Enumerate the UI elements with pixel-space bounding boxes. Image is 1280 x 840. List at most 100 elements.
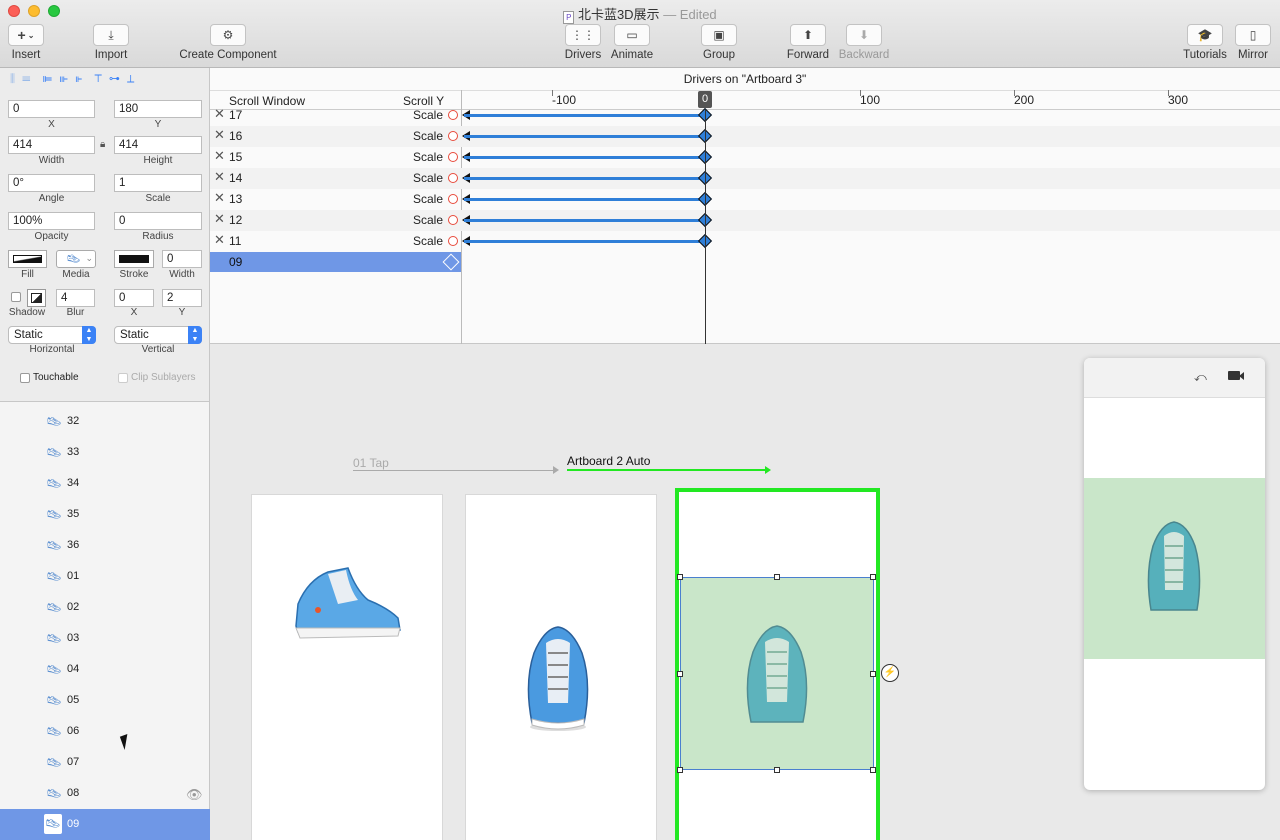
layer-item[interactable]: 👟︎ 07 [0, 747, 210, 778]
add-interaction-icon[interactable]: ⚡ [881, 664, 899, 682]
driver-row[interactable]: ✕ 17 Scale [210, 105, 1280, 126]
driver-row[interactable]: ✕ 12 Scale [210, 210, 1280, 231]
graduation-cap-icon: 🎓 [1187, 24, 1223, 46]
create-component-button[interactable]: ⚙ Create Component [176, 24, 280, 61]
align-center-icon[interactable]: ⊪ [59, 73, 70, 85]
media-picker[interactable]: 👟︎ ⌄ [56, 250, 96, 268]
keyframe-toggle-icon[interactable] [448, 194, 458, 204]
driver-row[interactable]: ✕ 15 Scale [210, 147, 1280, 168]
driver-row-property: Scale [413, 150, 444, 164]
resize-handle-e[interactable] [870, 671, 876, 677]
import-button[interactable]: ⤓ Import [92, 24, 130, 61]
distribute-vertical-icon[interactable]: ☰ [22, 73, 32, 85]
group-button[interactable]: ▣ Group [700, 24, 738, 61]
forward-button[interactable]: ⬆ Forward [786, 24, 830, 61]
align-bottom-icon[interactable]: ⊥ [127, 73, 136, 85]
driver-row[interactable]: ✕ 16 Scale [210, 126, 1280, 147]
remove-driver-icon[interactable]: ✕ [214, 211, 225, 227]
tutorials-button[interactable]: 🎓 Tutorials [1180, 24, 1230, 61]
layer-item[interactable]: 👟︎ 02 [0, 592, 210, 623]
layer-item[interactable]: 👟︎ 01 [0, 561, 210, 592]
layer-item[interactable]: 👟︎ 36 [0, 530, 210, 561]
height-field[interactable]: 414 [114, 136, 202, 154]
keyframe-toggle-icon[interactable] [448, 152, 458, 162]
angle-field[interactable]: 0° [8, 174, 95, 192]
layer-item[interactable]: 👟︎ 35 [0, 499, 210, 530]
shadow-x-field[interactable]: 0 [114, 289, 154, 307]
stroke-swatch[interactable] [114, 250, 154, 268]
eye-visibility-icon[interactable]: 👁︎ [186, 787, 203, 803]
driver-row[interactable]: ✕ 11 Scale [210, 231, 1280, 252]
layer-item[interactable]: 👟︎ 04 [0, 654, 210, 685]
shadow-blur-field[interactable]: 4 [56, 289, 95, 307]
keyframe-toggle-icon[interactable] [448, 173, 458, 183]
layer-item[interactable]: 👟︎ 09 [0, 809, 210, 840]
selected-image-layer[interactable] [680, 577, 874, 770]
animate-button[interactable]: ▭ Animate [610, 24, 654, 61]
remove-driver-icon[interactable]: ✕ [214, 148, 225, 164]
resize-handle-n[interactable] [774, 574, 780, 580]
clip-sublayers-checkbox[interactable] [118, 373, 128, 383]
width-field[interactable]: 414 [8, 136, 95, 154]
remove-driver-icon[interactable]: ✕ [214, 127, 225, 143]
sneaker-front-image [527, 626, 589, 731]
layer-item[interactable]: 👟︎ 03 [0, 623, 210, 654]
artboard-2[interactable] [465, 494, 657, 840]
remove-driver-icon[interactable]: ✕ [214, 169, 225, 185]
preview-image-layer[interactable] [1084, 478, 1265, 659]
image-layer-icon: 👟︎ [46, 507, 63, 522]
resize-handle-nw[interactable] [677, 574, 683, 580]
y-field[interactable]: 180 [114, 100, 202, 118]
resize-handle-sw[interactable] [677, 767, 683, 773]
x-field[interactable]: 0 [8, 100, 95, 118]
resize-handle-s[interactable] [774, 767, 780, 773]
layer-item[interactable]: 👟︎ 05 [0, 685, 210, 716]
artboard-1[interactable] [251, 494, 443, 840]
shadow-y-field[interactable]: 2 [162, 289, 202, 307]
fill-swatch[interactable] [8, 250, 47, 268]
resize-handle-se[interactable] [870, 767, 876, 773]
arrowhead-icon [765, 466, 771, 474]
lock-aspect-icon[interactable]: 🔒︎ [100, 139, 105, 150]
add-keyframe-icon[interactable] [442, 253, 460, 271]
remove-driver-icon[interactable]: ✕ [214, 232, 225, 248]
align-top-icon[interactable]: ⊤ [94, 73, 103, 85]
driver-row[interactable]: ✕ 14 Scale [210, 168, 1280, 189]
layer-item[interactable]: 👟︎ 33 [0, 437, 210, 468]
align-right-icon[interactable]: ⊩ [75, 73, 84, 85]
remove-driver-icon[interactable]: ✕ [214, 190, 225, 206]
image-layer-icon: 👟︎ [46, 414, 63, 429]
stroke-width-field[interactable]: 0 [162, 250, 202, 268]
shadow-color-swatch[interactable] [27, 289, 46, 307]
layer-item[interactable]: 👟︎ 34 [0, 468, 210, 499]
keyframe-toggle-icon[interactable] [448, 110, 458, 120]
keyframe-toggle-icon[interactable] [448, 236, 458, 246]
distribute-horizontal-icon[interactable]: ⫼ [10, 73, 17, 85]
resize-handle-ne[interactable] [870, 574, 876, 580]
radius-field[interactable]: 0 [114, 212, 202, 230]
remove-driver-icon[interactable]: ✕ [214, 106, 225, 122]
driver-row-selected[interactable]: 09 [210, 252, 461, 272]
align-middle-icon[interactable]: ⊶ [109, 73, 122, 85]
layer-name: 09 [67, 818, 80, 830]
backward-button[interactable]: ⬇ Backward [836, 24, 892, 61]
drivers-button[interactable]: ⋮⋮ Drivers [564, 24, 602, 61]
insert-button[interactable]: + ⌄ Insert [8, 24, 44, 61]
vertical-resizing-select[interactable]: Static ▲ ▼ [114, 326, 202, 344]
shadow-checkbox[interactable] [11, 292, 21, 302]
scale-field[interactable]: 1 [114, 174, 202, 192]
keyframe-toggle-icon[interactable] [448, 131, 458, 141]
touchable-checkbox[interactable] [20, 373, 30, 383]
keyframe-toggle-icon[interactable] [448, 215, 458, 225]
undo-icon[interactable]: ⤺ [1194, 370, 1207, 385]
driver-row[interactable]: ✕ 13 Scale [210, 189, 1280, 210]
horizontal-resizing-select[interactable]: Static ▲ ▼ [8, 326, 96, 344]
layer-item[interactable]: 👟︎ 06 [0, 716, 210, 747]
resize-handle-w[interactable] [677, 671, 683, 677]
animate-label: Animate [610, 49, 654, 61]
layer-item[interactable]: 👟︎ 32 [0, 406, 210, 437]
mirror-button[interactable]: ▯ Mirror [1234, 24, 1272, 61]
align-left-icon[interactable]: ⊫ [43, 73, 55, 85]
opacity-field[interactable]: 100% [8, 212, 95, 230]
layer-item[interactable]: 👟︎ 08 [0, 778, 210, 809]
